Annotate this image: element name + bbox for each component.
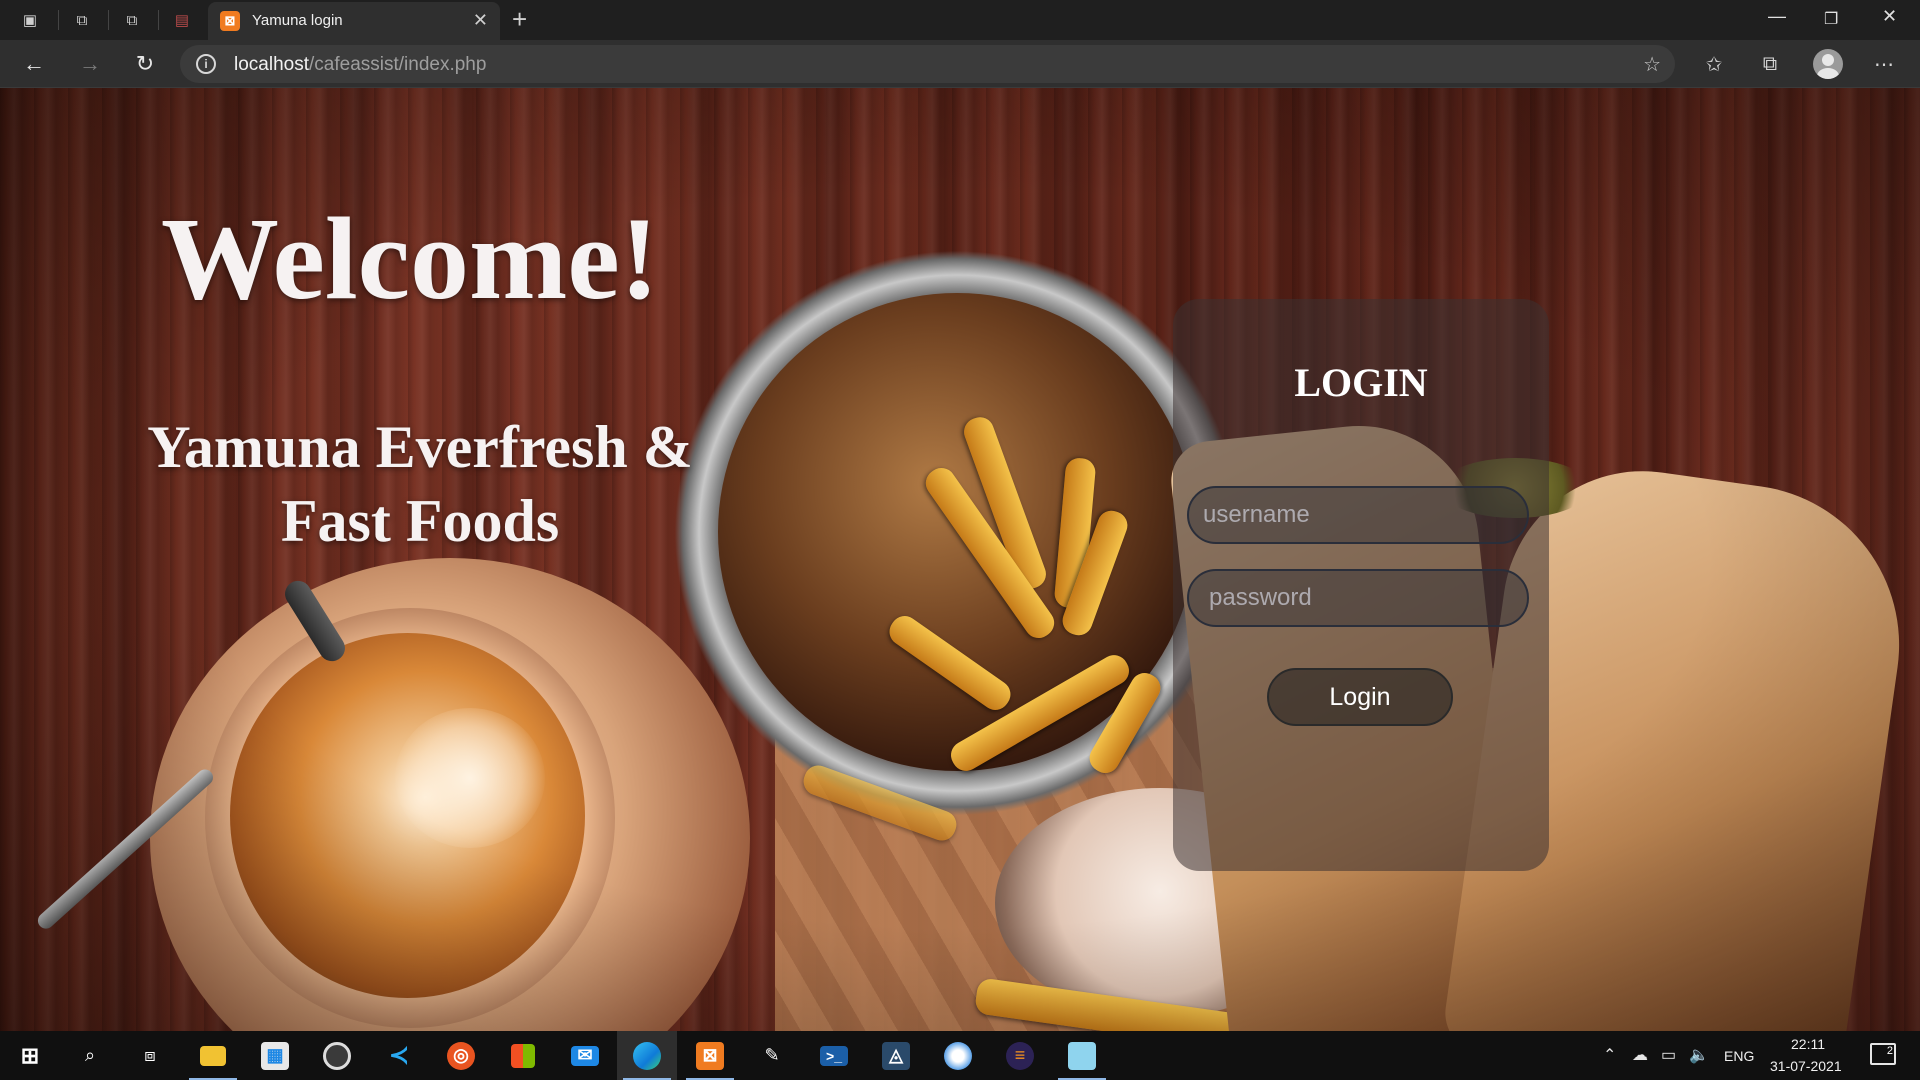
eclipse-icon[interactable]: ≡ xyxy=(990,1031,1050,1080)
office-icon[interactable] xyxy=(493,1031,553,1080)
url-path: /cafeassist/index.php xyxy=(309,54,487,75)
address-bar[interactable]: i localhost/cafeassist/index.php ☆ xyxy=(180,45,1675,83)
vscode-icon[interactable]: ≺ xyxy=(369,1031,429,1080)
xampp-icon[interactable]: ⊠ xyxy=(680,1031,740,1080)
pen-glyph-icon: ✎ xyxy=(764,1045,780,1065)
divider xyxy=(108,10,109,30)
collections-icon[interactable]: ⧉ xyxy=(1756,50,1784,78)
browser-toolbar: ← → ↻ i localhost/cafeassist/index.php ☆… xyxy=(0,40,1920,88)
restore-icon[interactable]: ❐ xyxy=(1824,9,1838,29)
notification-count: 2 xyxy=(1886,1045,1893,1057)
tab-close-icon[interactable]: ✕ xyxy=(473,10,488,31)
browser-tab-bar: ▣ ⧉ ⧉ ▤ ⊠ Yamuna login ✕ + — ❐ ✕ xyxy=(0,0,1920,40)
back-icon[interactable]: ← xyxy=(20,50,48,78)
edge-logo-icon xyxy=(633,1041,661,1070)
windows-logo-icon: ⊞ xyxy=(20,1042,40,1068)
vscode-glyph-icon: ≺ xyxy=(388,1042,410,1069)
obs-icon[interactable] xyxy=(307,1031,367,1080)
note-icon xyxy=(1068,1041,1096,1070)
minimize-icon[interactable]: — xyxy=(1768,6,1786,27)
task-view-glyph-icon: ⧈ xyxy=(144,1045,156,1065)
onedrive-icon[interactable]: ☁ xyxy=(1632,1045,1648,1065)
folder-icon xyxy=(200,1045,226,1066)
tab-title: Yamuna login xyxy=(252,12,343,29)
brand-name: Yamuna Everfresh & Fast Foods xyxy=(110,410,730,558)
profile-avatar[interactable] xyxy=(1813,49,1843,79)
palette-icon xyxy=(944,1041,972,1070)
notepad-icon[interactable] xyxy=(1052,1031,1112,1080)
welcome-heading: Welcome! xyxy=(161,193,659,324)
new-tab-button[interactable]: + xyxy=(512,4,527,35)
ubuntu-icon[interactable]: ◎ xyxy=(431,1031,491,1080)
task-view-icon[interactable]: ⧈ xyxy=(120,1031,180,1080)
eclipse-logo-icon: ≡ xyxy=(1006,1041,1034,1070)
magnifier-icon: ⌕ xyxy=(84,1045,96,1065)
battery-icon[interactable]: ▭ xyxy=(1661,1045,1676,1065)
workspace-icon[interactable]: ⧉ xyxy=(70,8,94,32)
tab-yamuna-login[interactable]: ⊠ Yamuna login ✕ xyxy=(208,2,500,40)
envelope-icon: ✉ xyxy=(571,1045,599,1066)
page-content: Welcome! Yamuna Everfresh & Fast Foods L… xyxy=(0,88,1920,1031)
chevron-up-icon[interactable]: ⌃ xyxy=(1603,1045,1616,1065)
username-field[interactable] xyxy=(1187,486,1529,544)
login-title: LOGIN xyxy=(1294,360,1428,405)
favorites-icon[interactable]: ✩ xyxy=(1700,50,1728,78)
edge-icon[interactable] xyxy=(617,1031,677,1080)
workspace-icon[interactable]: ⧉ xyxy=(120,8,144,32)
favorites-add-icon[interactable]: ☆ xyxy=(1643,52,1661,77)
office-logo-icon xyxy=(511,1043,535,1068)
language-indicator[interactable]: ENG xyxy=(1724,1048,1754,1064)
notification-center-icon[interactable]: 2 xyxy=(1870,1043,1896,1065)
brand-line-2: Fast Foods xyxy=(280,488,560,554)
close-icon[interactable]: ✕ xyxy=(1882,6,1897,27)
xampp-logo-icon: ⊠ xyxy=(696,1041,724,1070)
dolphin-icon: ◬ xyxy=(882,1041,910,1070)
terminal-icon: >_ xyxy=(820,1045,848,1066)
clock-date[interactable]: 31-07-2021 xyxy=(1770,1058,1842,1074)
pen-tool-icon[interactable]: ✎ xyxy=(742,1031,802,1080)
divider xyxy=(158,10,159,30)
record-icon xyxy=(323,1041,351,1070)
start-icon[interactable]: ⊞ xyxy=(0,1031,60,1080)
refresh-icon[interactable]: ↻ xyxy=(131,50,159,78)
login-form: LOGIN Login xyxy=(1173,299,1549,871)
forward-icon[interactable]: → xyxy=(76,50,104,78)
divider xyxy=(58,10,59,30)
url-host: localhost xyxy=(234,54,309,75)
file-explorer-icon[interactable] xyxy=(183,1031,243,1080)
site-info-icon[interactable]: i xyxy=(196,54,216,74)
volume-icon[interactable]: 🔈 xyxy=(1689,1045,1709,1065)
url-text[interactable]: localhost/cafeassist/index.php xyxy=(234,54,486,76)
xampp-icon: ⊠ xyxy=(220,11,240,31)
store-icon[interactable]: ▦ xyxy=(245,1031,305,1080)
mail-icon[interactable]: ✉ xyxy=(555,1031,615,1080)
shopping-bag-icon: ▦ xyxy=(261,1041,289,1070)
clock-time[interactable]: 22:11 xyxy=(1791,1036,1825,1052)
windows-taskbar: ⊞ ⌕ ⧈ ▦ ≺ ◎ ✉ ⊠ ✎ >_ ◬ ≡ ⌃ ☁ ▭ 🔈 ENG 22:… xyxy=(0,1031,1920,1080)
more-icon[interactable]: ⋯ xyxy=(1870,50,1898,78)
search-icon[interactable]: ⌕ xyxy=(60,1031,120,1080)
collections-tab-icon[interactable]: ▤ xyxy=(170,8,194,32)
mysql-workbench-icon[interactable]: ◬ xyxy=(866,1031,926,1080)
powershell-icon[interactable]: >_ xyxy=(804,1031,864,1080)
brand-line-1: Yamuna Everfresh & xyxy=(147,414,693,480)
password-field[interactable] xyxy=(1187,569,1529,627)
tab-actions-icon[interactable]: ▣ xyxy=(18,8,42,32)
paint-icon[interactable] xyxy=(928,1031,988,1080)
ubuntu-logo-icon: ◎ xyxy=(447,1041,475,1070)
login-button[interactable]: Login xyxy=(1267,668,1453,726)
